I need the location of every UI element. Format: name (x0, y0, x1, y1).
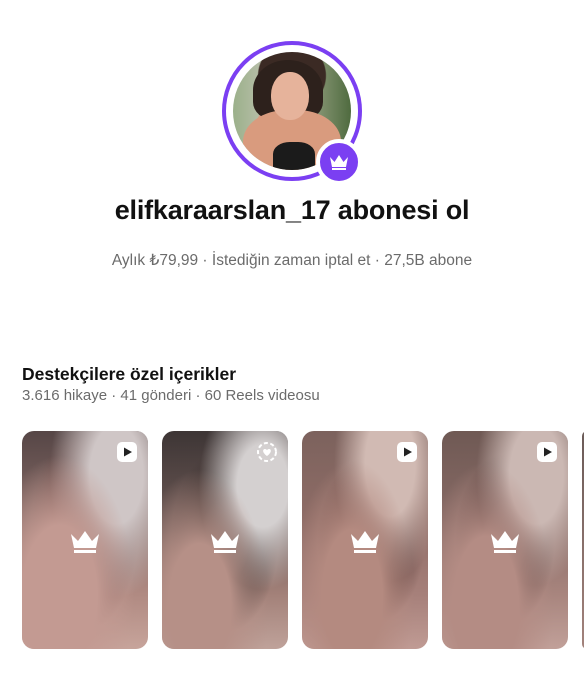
reels-play-icon (117, 442, 137, 462)
crown-icon (71, 531, 99, 553)
exclusive-content-row[interactable] (22, 431, 584, 651)
crown-badge-icon (316, 139, 362, 185)
page-title: elifkaraarslan_17 abonesi ol (114, 195, 470, 225)
crown-icon (351, 531, 379, 553)
content-tile[interactable] (162, 431, 288, 649)
crown-icon (211, 531, 239, 553)
content-tile[interactable] (22, 431, 148, 649)
content-tile[interactable] (302, 431, 428, 649)
profile-avatar-ring (222, 41, 362, 185)
crown-icon (491, 531, 519, 553)
section-stats: 3.616 hikaye · 41 gönderi · 60 Reels vid… (22, 387, 320, 404)
reels-play-icon (537, 442, 557, 462)
subscription-details: Aylık ₺79,99 · İstediğin zaman iptal et … (111, 252, 473, 269)
story-heart-icon (257, 442, 277, 462)
section-title: Destekçilere özel içerikler (22, 364, 237, 384)
content-tile[interactable] (442, 431, 568, 649)
reels-play-icon (397, 442, 417, 462)
